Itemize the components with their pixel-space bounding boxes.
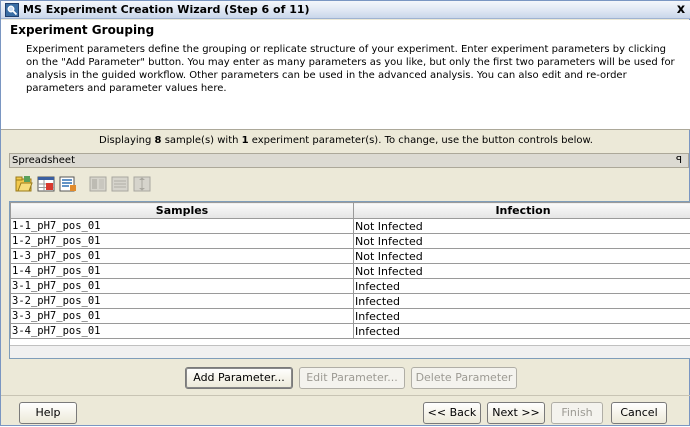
group-icon-disabled [89,175,107,193]
table-row[interactable]: 1-2_pH7_pos_01Not Infected [11,234,690,249]
summary-middle: sample(s) with [162,135,242,146]
edit-parameter-button: Edit Parameter... [299,367,405,389]
table-row[interactable]: 1-3_pH7_pos_01Not Infected [11,249,690,264]
sample-attributes-icon[interactable] [59,175,77,193]
infection-cell[interactable]: Not Infected [354,219,690,234]
sample-cell[interactable]: 1-3_pH7_pos_01 [11,249,354,264]
sample-cell[interactable]: 1-4_pH7_pos_01 [11,264,354,279]
reorder-icon-disabled [133,175,151,193]
summary-param-count: 1 [242,135,249,146]
infection-cell[interactable]: Not Infected [354,249,690,264]
sample-cell[interactable]: 3-2_pH7_pos_01 [11,294,354,309]
close-button[interactable]: x [674,2,688,17]
summary-suffix: experiment parameter(s). To change, use … [249,135,593,146]
spreadsheet-panel-header: Spreadsheet ꟼ [9,153,689,168]
cancel-button[interactable]: Cancel [611,402,667,424]
open-file-icon[interactable] [15,175,33,193]
help-button[interactable]: Help [19,402,77,424]
column-header-infection[interactable]: Infection [354,203,690,219]
window-title: MS Experiment Creation Wizard (Step 6 of… [23,3,310,16]
infection-cell[interactable]: Infected [354,294,690,309]
sample-summary: Displaying 8 sample(s) with 1 experiment… [1,130,690,151]
next-button[interactable]: Next >> [487,402,545,424]
summary-sample-count: 8 [155,135,162,146]
import-icon[interactable] [37,175,55,193]
table-row[interactable]: 3-2_pH7_pos_01Infected [11,294,690,309]
infection-cell[interactable]: Infected [354,324,690,339]
infection-cell[interactable]: Infected [354,279,690,294]
pin-icon[interactable]: ꟼ [676,154,682,167]
magnifier-icon [5,3,19,17]
sort-icon-disabled [111,175,129,193]
sample-cell[interactable]: 3-3_pH7_pos_01 [11,309,354,324]
finish-button: Finish [551,402,603,424]
table-header-row: Samples Infection [11,203,690,219]
add-parameter-button[interactable]: Add Parameter... [185,367,293,389]
sample-cell[interactable]: 1-2_pH7_pos_01 [11,234,354,249]
table-row[interactable]: 1-4_pH7_pos_01Not Infected [11,264,690,279]
infection-cell[interactable]: Infected [354,309,690,324]
summary-prefix: Displaying [99,135,155,146]
sample-cell[interactable]: 1-1_pH7_pos_01 [11,219,354,234]
experiment-grid[interactable]: Samples Infection 1-1_pH7_pos_01Not Infe… [9,201,690,359]
wizard-window: MS Experiment Creation Wizard (Step 6 of… [0,0,690,426]
delete-parameter-button: Delete Parameter [411,367,517,389]
sample-cell[interactable]: 3-4_pH7_pos_01 [11,324,354,339]
infection-cell[interactable]: Not Infected [354,234,690,249]
title-bar[interactable]: MS Experiment Creation Wizard (Step 6 of… [1,1,690,19]
table-row[interactable]: 3-4_pH7_pos_01Infected [11,324,690,339]
step-header: Experiment Grouping Experiment parameter… [1,20,690,130]
wizard-navigation: Help << Back Next >> Finish Cancel [1,395,690,427]
step-title: Experiment Grouping [10,23,154,37]
column-header-samples[interactable]: Samples [11,203,354,219]
table-row[interactable]: 3-3_pH7_pos_01Infected [11,309,690,324]
spreadsheet-toolbar [9,169,689,199]
grid-horizontal-scrollbar[interactable] [10,345,690,358]
sample-cell[interactable]: 3-1_pH7_pos_01 [11,279,354,294]
back-button[interactable]: << Back [423,402,481,424]
parameter-button-row: Add Parameter... Edit Parameter... Delet… [1,363,690,393]
table-row[interactable]: 1-1_pH7_pos_01Not Infected [11,219,690,234]
step-description: Experiment parameters define the groupin… [26,43,676,95]
infection-cell[interactable]: Not Infected [354,264,690,279]
spreadsheet-panel-title: Spreadsheet [12,155,75,166]
experiment-table: Samples Infection 1-1_pH7_pos_01Not Infe… [10,202,690,339]
table-row[interactable]: 3-1_pH7_pos_01Infected [11,279,690,294]
